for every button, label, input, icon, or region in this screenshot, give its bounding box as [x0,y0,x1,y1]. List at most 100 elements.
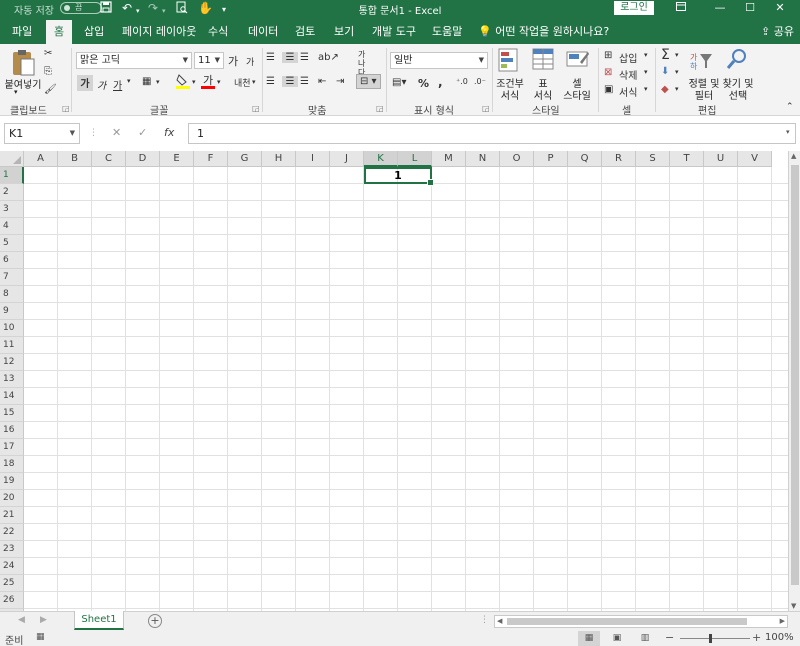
column-header-a[interactable]: A [24,151,58,167]
scroll-left-icon[interactable]: ◀ [497,616,502,627]
accounting-format-icon[interactable]: ▤▾ [392,77,406,88]
row-header-24[interactable]: 24 [0,558,24,575]
cell-grid[interactable]: 1 [24,167,788,611]
zoom-level[interactable]: 100% [765,632,794,643]
column-header-c[interactable]: C [92,151,126,167]
column-header-t[interactable]: T [670,151,704,167]
column-header-g[interactable]: G [228,151,262,167]
row-header-16[interactable]: 16 [0,422,24,439]
fill-icon[interactable]: ⬇ [661,66,669,77]
decrease-decimal-icon[interactable]: .0⁻ [474,77,486,86]
column-header-s[interactable]: S [636,151,670,167]
align-center-icon[interactable]: ☰ [282,76,298,87]
borders-icon[interactable]: ▦ [142,76,151,87]
align-left-icon[interactable]: ☰ [266,76,275,87]
tab-developer[interactable]: 개발 도구 [372,23,416,39]
collapse-ribbon-icon[interactable]: ⌃ [786,102,794,112]
clipboard-launcher-icon[interactable]: ◲ [62,104,70,113]
row-header-20[interactable]: 20 [0,490,24,507]
zoom-slider[interactable] [680,638,750,639]
number-launcher-icon[interactable]: ◲ [482,104,490,113]
align-bottom-icon[interactable]: ☰ [300,52,309,63]
increase-decimal-icon[interactable]: ⁺.0 [456,77,468,86]
row-header-25[interactable]: 25 [0,575,24,592]
column-header-m[interactable]: M [432,151,466,167]
row-header-23[interactable]: 23 [0,541,24,558]
font-launcher-icon[interactable]: ◲ [252,104,260,113]
row-header-9[interactable]: 9 [0,303,24,320]
comma-style-button[interactable]: , [438,75,443,89]
scroll-right-icon[interactable]: ▶ [780,616,785,627]
row-header-2[interactable]: 2 [0,184,24,201]
horizontal-scrollbar[interactable]: ◀ ▶ [494,615,788,628]
tab-help[interactable]: 도움말 [432,23,462,39]
vertical-scrollbar[interactable]: ▲ ▼ [788,151,800,611]
autosum-icon[interactable]: Σ [661,47,670,63]
fill-color-icon[interactable] [176,73,190,92]
active-cell-k1[interactable]: 1 [364,167,434,186]
name-box[interactable]: K1 ▼ [4,123,80,144]
insert-cells-button[interactable]: 삽입 [619,50,637,65]
bold-button[interactable]: 가 [77,75,93,91]
italic-button[interactable]: 가 [97,77,106,92]
zoom-slider-thumb[interactable] [709,634,712,643]
tab-formulas[interactable]: 수식 [208,23,228,39]
horizontal-scroll-thumb[interactable] [507,618,747,625]
column-header-q[interactable]: Q [568,151,602,167]
sort-filter-icon[interactable]: 가하 [690,50,714,75]
tab-file[interactable]: 파일 [12,23,32,39]
column-header-j[interactable]: J [330,151,364,167]
maximize-button[interactable]: ☐ [736,0,764,17]
format-cells-button[interactable]: 서식 [619,84,637,99]
column-header-p[interactable]: P [534,151,568,167]
row-header-6[interactable]: 6 [0,252,24,269]
find-select-icon[interactable] [726,48,748,75]
formula-input[interactable]: 1 [188,123,796,144]
cell-styles-icon[interactable] [566,48,590,77]
insert-dropdown-icon[interactable]: ▾ [644,51,648,59]
column-header-d[interactable]: D [126,151,160,167]
autosum-dropdown-icon[interactable]: ▾ [675,51,679,59]
phonetic-guide-button[interactable]: 내천 [234,76,251,89]
scroll-down-icon[interactable]: ▼ [791,602,796,610]
tab-data[interactable]: 데이터 [248,23,278,39]
row-header-13[interactable]: 13 [0,371,24,388]
tab-view[interactable]: 보기 [334,23,354,39]
copy-icon[interactable]: ⎘ [44,66,52,77]
row-header-14[interactable]: 14 [0,388,24,405]
row-header-7[interactable]: 7 [0,269,24,286]
format-painter-icon[interactable]: 🖌 [44,84,57,95]
increase-indent-icon[interactable]: ⇥ [336,76,344,87]
row-header-1[interactable]: 1 [0,167,24,184]
merge-center-icon[interactable]: ⊟ ▾ [356,74,381,89]
number-format-combo[interactable]: 일반 ▼ [390,52,488,69]
align-middle-icon[interactable]: ☰ [282,52,298,63]
font-size-combo[interactable]: 11 ▼ [194,52,224,69]
row-header-4[interactable]: 4 [0,218,24,235]
font-name-combo[interactable]: 맑은 고딕 ▼ [76,52,192,69]
add-sheet-button[interactable]: + [148,614,162,628]
shrink-font-button[interactable]: 가 [246,55,254,68]
format-dropdown-icon[interactable]: ▾ [644,85,648,93]
share-button[interactable]: ⇪ 공유 [761,23,794,39]
align-top-icon[interactable]: ☰ [266,52,275,63]
close-button[interactable]: ✕ [766,0,794,17]
decrease-indent-icon[interactable]: ⇤ [318,76,326,87]
column-header-u[interactable]: U [704,151,738,167]
tell-me-search[interactable]: 💡 어떤 작업을 원하시나요? [478,23,609,39]
zoom-out-icon[interactable]: − [665,631,674,644]
scroll-up-icon[interactable]: ▲ [791,152,796,160]
minimize-button[interactable]: — [706,0,734,17]
row-header-26[interactable]: 26 [0,592,24,609]
column-header-f[interactable]: F [194,151,228,167]
row-header-3[interactable]: 3 [0,201,24,218]
row-header-10[interactable]: 10 [0,320,24,337]
column-header-r[interactable]: R [602,151,636,167]
insert-function-button[interactable]: fx [164,126,174,139]
tab-page-layout[interactable]: 페이지 레이아웃 [122,23,196,39]
percent-style-button[interactable]: % [418,77,429,90]
conditional-formatting-icon[interactable] [498,48,522,77]
column-header-e[interactable]: E [160,151,194,167]
format-as-table-label-2[interactable]: 서식 [530,87,556,102]
cancel-entry-icon[interactable]: ✕ [112,126,121,139]
